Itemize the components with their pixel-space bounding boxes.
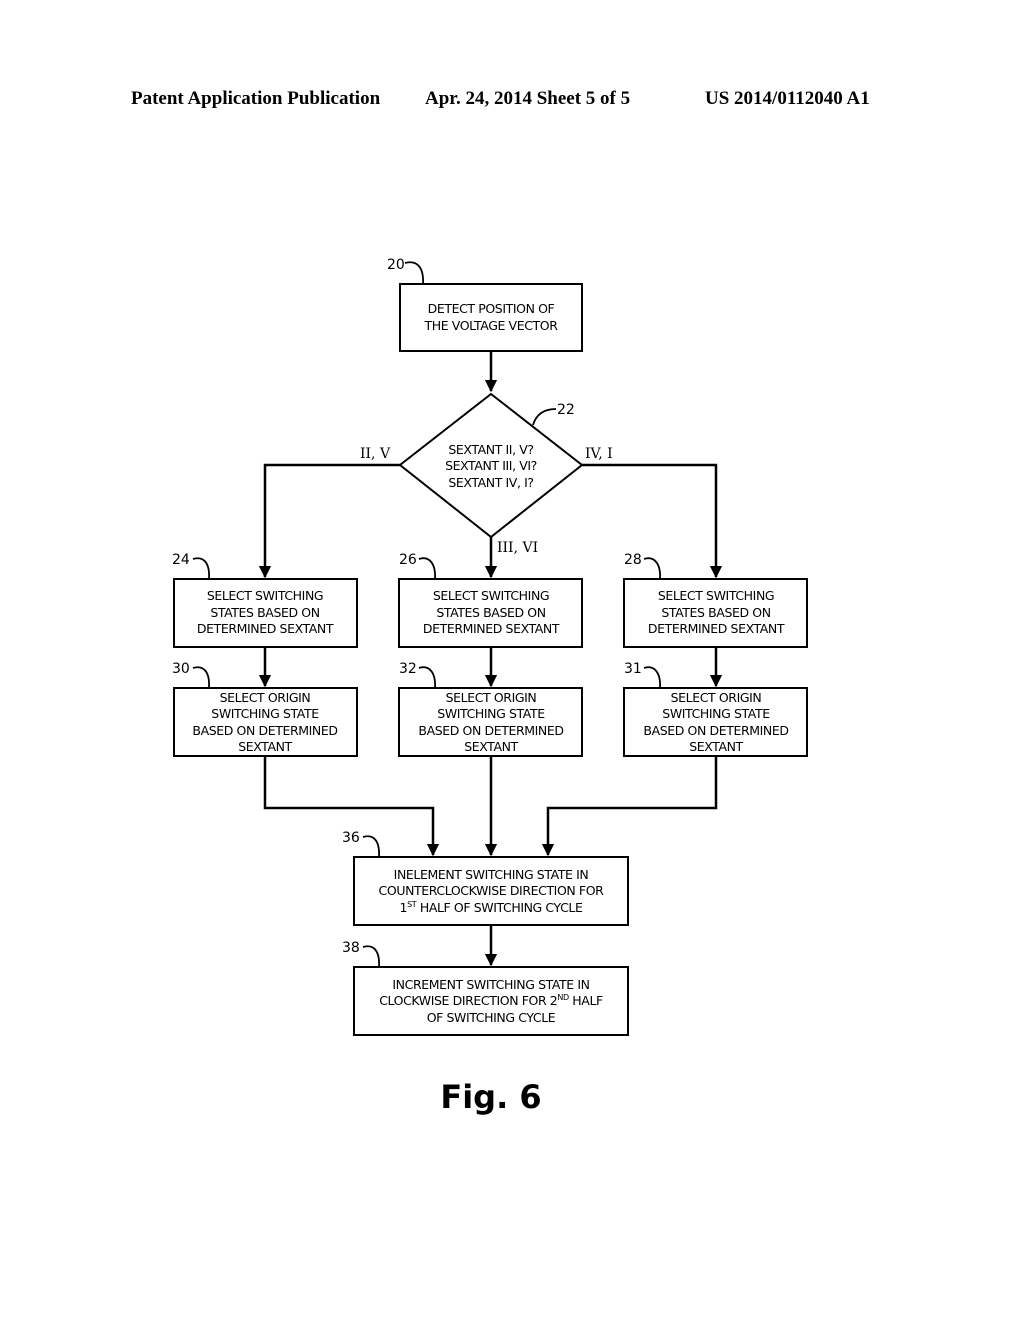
ref-numeral: 28 bbox=[624, 552, 642, 568]
node-sextant-decision: SEXTANT II, V? SEXTANT III, VI? SEXTANT … bbox=[398, 392, 584, 539]
node-text: STATES BASED ON bbox=[210, 605, 319, 620]
merge-right-arrow bbox=[541, 756, 718, 857]
node-detect-position: DETECT POSITION OF THE VOLTAGE VECTOR 20 bbox=[387, 257, 583, 352]
ref-numeral: 22 bbox=[557, 402, 575, 418]
leader-line bbox=[362, 945, 380, 968]
ref-numeral: 20 bbox=[387, 257, 405, 273]
ref-numeral: 36 bbox=[342, 830, 360, 846]
node-text: 1ST HALF OF SWITCHING CYCLE bbox=[400, 900, 583, 915]
leader-line bbox=[643, 666, 661, 689]
node-text: SWITCHING STATE bbox=[437, 706, 545, 721]
node-text: INELEMENT SWITCHING STATE IN bbox=[394, 867, 589, 882]
node-text: DETECT POSITION OF bbox=[428, 301, 555, 316]
node-text: DETERMINED SEXTANT bbox=[197, 621, 334, 636]
node-text: SELECT SWITCHING bbox=[433, 588, 549, 603]
node-text: SEXTANT III, VI? bbox=[445, 458, 537, 473]
leader-line bbox=[643, 557, 661, 580]
flowchart: DETECT POSITION OF THE VOLTAGE VECTOR 20… bbox=[172, 257, 808, 1116]
node-text: DETERMINED SEXTANT bbox=[423, 621, 560, 636]
node-increment-counterclockwise: INELEMENT SWITCHING STATE IN COUNTERCLOC… bbox=[342, 830, 629, 926]
ref-numeral: 24 bbox=[172, 552, 190, 568]
node-text: DETERMINED SEXTANT bbox=[648, 621, 785, 636]
leader-line bbox=[362, 835, 380, 858]
ref-numeral: 26 bbox=[399, 552, 417, 568]
node-text: STATES BASED ON bbox=[436, 605, 545, 620]
ref-numeral: 38 bbox=[342, 940, 360, 956]
node-text: COUNTERCLOCKWISE DIRECTION FOR bbox=[379, 883, 605, 898]
node-text: SEXTANT IV, I? bbox=[448, 475, 533, 490]
leader-line bbox=[418, 557, 436, 580]
leader-line bbox=[192, 666, 210, 689]
node-text: BASED ON DETERMINED bbox=[418, 723, 563, 738]
node-text: CLOCKWISE DIRECTION FOR 2ND HALF bbox=[379, 993, 603, 1008]
node-text: SWITCHING STATE bbox=[662, 706, 770, 721]
node-text: SEXTANT bbox=[464, 739, 518, 754]
leader-line bbox=[532, 408, 557, 426]
branch-right-arrow bbox=[582, 463, 723, 579]
node-text: OF SWITCHING CYCLE bbox=[427, 1010, 556, 1025]
ref-numeral: 30 bbox=[172, 661, 190, 677]
node-text: SELECT ORIGIN bbox=[220, 690, 311, 705]
branch-label-left: II, V bbox=[360, 446, 391, 462]
figure-label: Fig. 6 bbox=[440, 1078, 541, 1116]
leader-line bbox=[404, 261, 424, 285]
node-text: SWITCHING STATE bbox=[211, 706, 319, 721]
ref-numeral: 32 bbox=[399, 661, 417, 677]
node-text: SELECT SWITCHING bbox=[658, 588, 774, 603]
branch-left-arrow bbox=[258, 463, 400, 579]
leader-line bbox=[192, 557, 210, 580]
leader-line bbox=[418, 666, 436, 689]
ref-numeral: 31 bbox=[624, 661, 642, 677]
node-text: SEXTANT bbox=[238, 739, 292, 754]
node-text: BASED ON DETERMINED bbox=[643, 723, 788, 738]
node-text: SELECT ORIGIN bbox=[671, 690, 762, 705]
node-text: BASED ON DETERMINED bbox=[192, 723, 337, 738]
node-text: SELECT SWITCHING bbox=[207, 588, 323, 603]
node-text: STATES BASED ON bbox=[661, 605, 770, 620]
node-text: SELECT ORIGIN bbox=[446, 690, 537, 705]
node-text: INCREMENT SWITCHING STATE IN bbox=[392, 977, 589, 992]
node-text: THE VOLTAGE VECTOR bbox=[423, 318, 558, 333]
branch-label-down: III, VI bbox=[497, 540, 538, 556]
node-text: SEXTANT bbox=[689, 739, 743, 754]
branch-label-right: IV, I bbox=[585, 446, 613, 462]
node-text: SEXTANT II, V? bbox=[448, 442, 533, 457]
node-increment-clockwise: INCREMENT SWITCHING STATE IN CLOCKWISE D… bbox=[342, 940, 629, 1036]
